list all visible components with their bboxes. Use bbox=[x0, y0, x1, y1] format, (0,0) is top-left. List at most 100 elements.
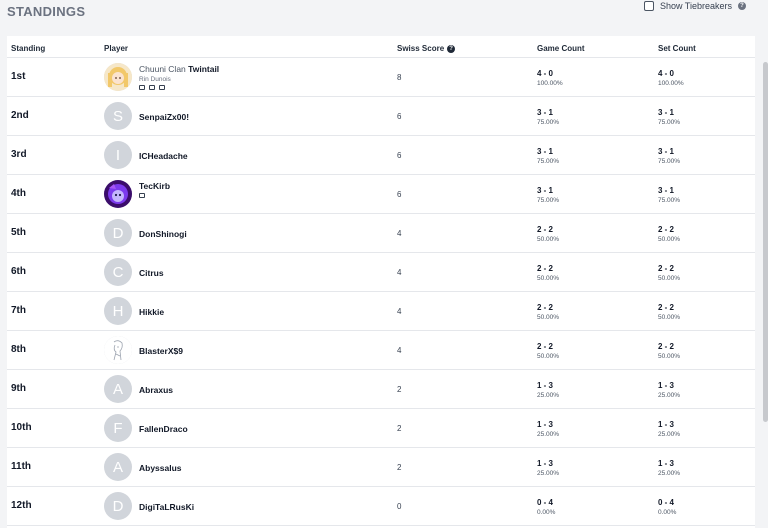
player-social-icons bbox=[139, 85, 219, 90]
player-name[interactable]: Abraxus bbox=[139, 385, 173, 395]
player-tag[interactable]: DigiTaLRusKi bbox=[139, 502, 194, 512]
swiss-help-icon[interactable]: ? bbox=[447, 44, 456, 53]
game-percent: 50.00% bbox=[537, 314, 560, 321]
player-name[interactable]: Hikkie bbox=[139, 307, 164, 317]
table-row: 12th D DigiTaLRusKi 0 0 - 4 0.00% 0 - 4 … bbox=[7, 487, 755, 526]
player-tag[interactable]: SenpaiZx00! bbox=[139, 112, 189, 122]
player-name[interactable]: TecKirb bbox=[139, 181, 170, 191]
table-row: 5th D DonShinogi 4 2 - 2 50.00% 2 - 2 50… bbox=[7, 214, 755, 253]
column-swiss-score: Swiss Score ? bbox=[397, 44, 456, 53]
player-name[interactable]: FallenDraco bbox=[139, 424, 188, 434]
swiss-score: 8 bbox=[397, 73, 402, 82]
set-record: 3 - 1 bbox=[658, 147, 675, 156]
column-set-count: Set Count bbox=[658, 44, 696, 53]
game-count: 0 - 4 0.00% bbox=[537, 498, 555, 516]
player-info: TecKirb bbox=[139, 181, 170, 198]
game-count: 3 - 1 75.00% bbox=[537, 108, 559, 126]
avatar[interactable] bbox=[104, 180, 132, 208]
player-tag[interactable]: FallenDraco bbox=[139, 424, 188, 434]
game-percent: 50.00% bbox=[537, 236, 560, 243]
discord-icon[interactable] bbox=[159, 85, 165, 90]
tiebreakers-checkbox[interactable] bbox=[643, 1, 654, 11]
avatar[interactable] bbox=[104, 336, 132, 364]
game-record: 1 - 3 bbox=[537, 420, 554, 429]
game-record: 3 - 1 bbox=[537, 108, 554, 117]
avatar[interactable]: C bbox=[104, 258, 132, 286]
set-percent: 25.00% bbox=[658, 470, 681, 477]
avatar[interactable]: A bbox=[104, 375, 132, 403]
avatar[interactable]: F bbox=[104, 414, 132, 442]
set-record: 2 - 2 bbox=[658, 264, 675, 273]
player-info: Chuuni Clan Twintail Rin Dunois bbox=[139, 64, 219, 90]
set-record: 1 - 3 bbox=[658, 459, 675, 468]
player-name[interactable]: ICHeadache bbox=[139, 151, 188, 161]
scrollbar[interactable] bbox=[763, 62, 768, 422]
player-tag[interactable]: ICHeadache bbox=[139, 151, 188, 161]
player-tag[interactable]: Hikkie bbox=[139, 307, 164, 317]
table-row: 1st Chuuni Clan Twintail Rin Dunois 8 4 -… bbox=[7, 58, 755, 97]
show-tiebreakers-toggle[interactable]: Show Tiebreakers ? bbox=[643, 1, 746, 11]
set-record: 2 - 2 bbox=[658, 342, 675, 351]
game-record: 3 - 1 bbox=[537, 186, 554, 195]
swiss-score: 6 bbox=[397, 112, 402, 121]
table-row: 8th BlasterX$9 4 2 - 2 50.00% 2 - 2 50.0… bbox=[7, 331, 755, 370]
avatar[interactable]: I bbox=[104, 141, 132, 169]
player-social-icons bbox=[139, 193, 170, 198]
column-player: Player bbox=[104, 44, 129, 53]
table-row: 10th F FallenDraco 2 1 - 3 25.00% 1 - 3 … bbox=[7, 409, 755, 448]
chat-icon[interactable] bbox=[139, 85, 145, 90]
table-row: 7th H Hikkie 4 2 - 2 50.00% 2 - 2 50.00% bbox=[7, 292, 755, 331]
player-name[interactable]: DigiTaLRusKi bbox=[139, 502, 194, 512]
standing-rank: 9th bbox=[11, 383, 26, 394]
player-name[interactable]: Abyssalus bbox=[139, 463, 182, 473]
twitter-icon[interactable] bbox=[149, 85, 155, 90]
help-icon[interactable]: ? bbox=[738, 2, 746, 10]
player-info: BlasterX$9 bbox=[139, 346, 183, 356]
set-record: 1 - 3 bbox=[658, 420, 675, 429]
player-name[interactable]: Chuuni Clan Twintail bbox=[139, 64, 219, 74]
game-record: 2 - 2 bbox=[537, 225, 554, 234]
game-record: 2 - 2 bbox=[537, 303, 554, 312]
discord-icon[interactable] bbox=[139, 193, 145, 198]
player-prefix: Chuuni Clan bbox=[139, 64, 186, 74]
player-tag[interactable]: Citrus bbox=[139, 268, 164, 278]
set-record: 3 - 1 bbox=[658, 186, 675, 195]
game-record: 1 - 3 bbox=[537, 459, 554, 468]
table-header: Standing Player Swiss Score ? Game Count… bbox=[7, 36, 755, 58]
avatar[interactable]: A bbox=[104, 453, 132, 481]
player-name[interactable]: SenpaiZx00! bbox=[139, 112, 189, 122]
game-count: 2 - 2 50.00% bbox=[537, 225, 559, 243]
avatar[interactable]: S bbox=[104, 102, 132, 130]
avatar[interactable] bbox=[104, 63, 132, 91]
player-tag[interactable]: TecKirb bbox=[139, 181, 170, 191]
table-row: 9th A Abraxus 2 1 - 3 25.00% 1 - 3 25.00… bbox=[7, 370, 755, 409]
game-count: 2 - 2 50.00% bbox=[537, 264, 559, 282]
swiss-score: 2 bbox=[397, 463, 402, 472]
set-count: 0 - 4 0.00% bbox=[658, 498, 676, 516]
game-count: 2 - 2 50.00% bbox=[537, 303, 559, 321]
player-tag[interactable]: DonShinogi bbox=[139, 229, 187, 239]
avatar[interactable]: H bbox=[104, 297, 132, 325]
set-record: 0 - 4 bbox=[658, 498, 675, 507]
game-record: 0 - 4 bbox=[537, 498, 554, 507]
player-tag[interactable]: Abraxus bbox=[139, 385, 173, 395]
standing-rank: 4th bbox=[11, 188, 26, 199]
table-body: 1st Chuuni Clan Twintail Rin Dunois 8 4 -… bbox=[7, 58, 755, 526]
player-name[interactable]: DonShinogi bbox=[139, 229, 187, 239]
game-count: 1 - 3 25.00% bbox=[537, 420, 559, 438]
player-tag[interactable]: Twintail bbox=[188, 64, 219, 74]
game-count: 4 - 0 100.00% bbox=[537, 69, 563, 87]
standing-rank: 7th bbox=[11, 305, 26, 316]
set-count: 3 - 1 75.00% bbox=[658, 186, 680, 204]
avatar[interactable]: D bbox=[104, 492, 132, 520]
player-tag[interactable]: Abyssalus bbox=[139, 463, 182, 473]
player-name[interactable]: BlasterX$9 bbox=[139, 346, 183, 356]
swiss-score: 2 bbox=[397, 385, 402, 394]
swiss-score: 2 bbox=[397, 424, 402, 433]
game-record: 2 - 2 bbox=[537, 342, 554, 351]
player-tag[interactable]: BlasterX$9 bbox=[139, 346, 183, 356]
game-count: 1 - 3 25.00% bbox=[537, 459, 559, 477]
player-name[interactable]: Citrus bbox=[139, 268, 164, 278]
player-real-name: Rin Dunois bbox=[139, 76, 171, 83]
avatar[interactable]: D bbox=[104, 219, 132, 247]
